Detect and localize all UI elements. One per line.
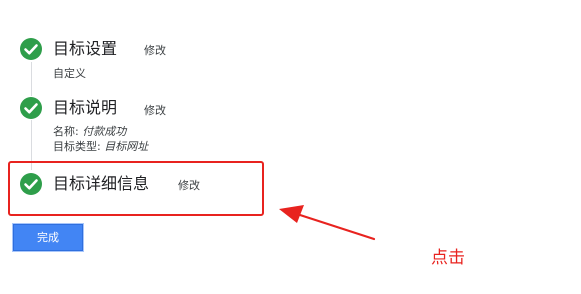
step-title: 目标设置 bbox=[53, 39, 118, 58]
goal-type-row: 目标类型: 目标网址 bbox=[53, 140, 148, 154]
step-detail: 自定义 bbox=[53, 67, 86, 80]
step-title: 目标说明 bbox=[53, 98, 118, 117]
goal-name-label: 名称: bbox=[53, 125, 79, 138]
edit-link[interactable]: 修改 bbox=[144, 40, 166, 62]
highlight-box bbox=[8, 161, 264, 216]
step-connector bbox=[31, 62, 32, 96]
goal-name-value: 付款成功 bbox=[82, 125, 127, 138]
goal-type-label: 目标类型: bbox=[53, 140, 101, 153]
check-circle-icon bbox=[20, 38, 42, 60]
done-button[interactable]: 完成 bbox=[13, 224, 83, 251]
goal-name-row: 名称: 付款成功 bbox=[53, 125, 126, 139]
goal-setup-page: 目标设置 修改 自定义 目标说明 修改 名称: 付款成功 目标类型: 目标网址 … bbox=[0, 0, 581, 294]
goal-type-value: 目标网址 bbox=[104, 140, 149, 153]
annotation-click-text: 点击 bbox=[431, 248, 465, 268]
check-circle-icon bbox=[20, 97, 42, 119]
edit-link[interactable]: 修改 bbox=[144, 100, 166, 122]
